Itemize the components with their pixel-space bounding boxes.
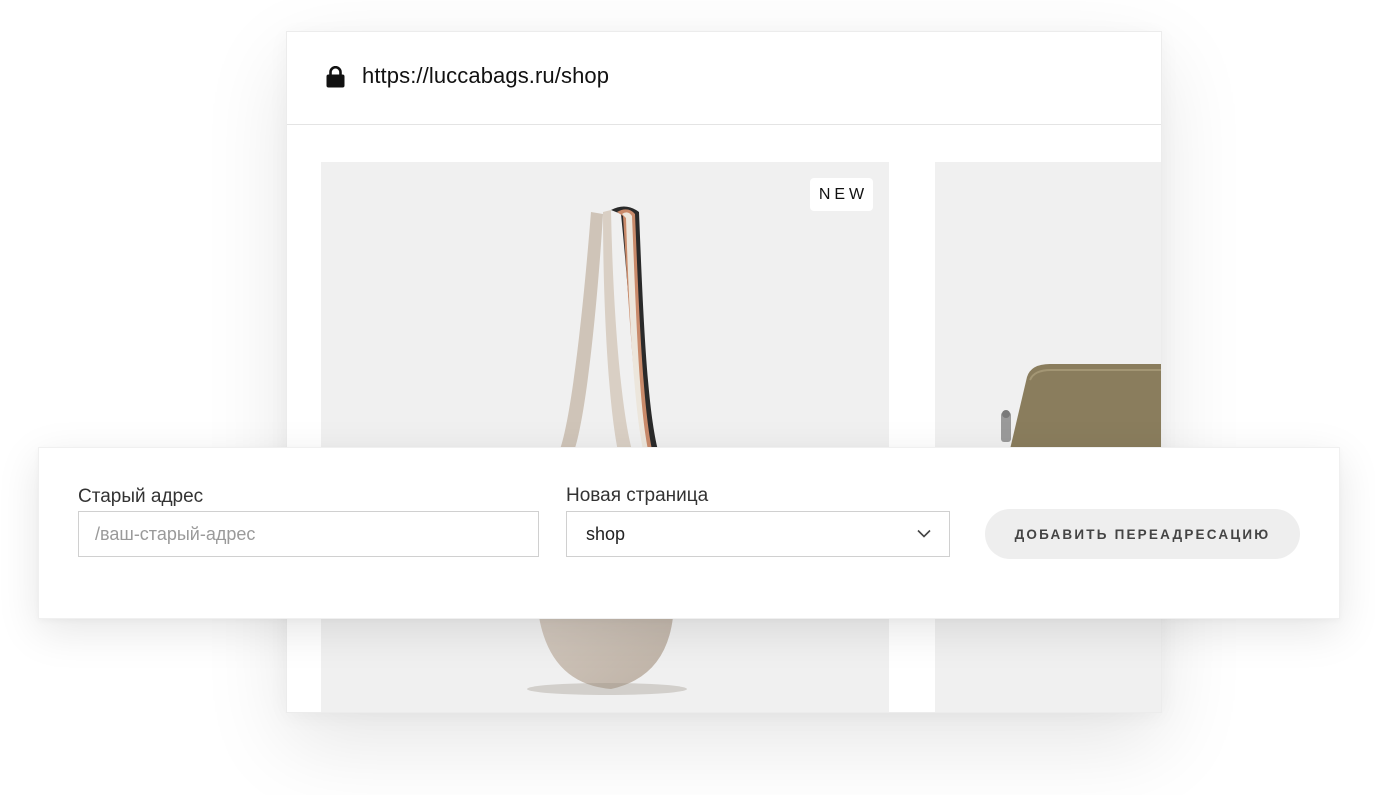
add-redirect-button[interactable]: ДОБАВИТЬ ПЕРЕАДРЕСАЦИЮ: [985, 509, 1300, 559]
address-bar: https://luccabags.ru/shop: [287, 32, 1161, 125]
product-image: [527, 206, 687, 695]
lock-icon: [326, 66, 345, 88]
stage: https://luccabags.ru/shop NEW Старый адр…: [0, 0, 1375, 795]
product-card[interactable]: NEW: [321, 162, 889, 712]
product-image: [1001, 364, 1161, 462]
new-page-selected-value: shop: [586, 524, 626, 544]
product-card[interactable]: [935, 162, 1161, 712]
old-address-label: Старый адрес: [78, 486, 204, 507]
redirect-panel: Старый адрес Новая страница shop ДОБАВИТ…: [38, 447, 1340, 619]
url-text[interactable]: https://luccabags.ru/shop: [362, 63, 609, 89]
chevron-down-icon: [917, 529, 931, 538]
new-badge: NEW: [810, 178, 873, 211]
new-page-select[interactable]: shop: [566, 511, 950, 557]
old-address-input[interactable]: [78, 511, 539, 557]
new-page-label: Новая страница: [566, 485, 709, 506]
